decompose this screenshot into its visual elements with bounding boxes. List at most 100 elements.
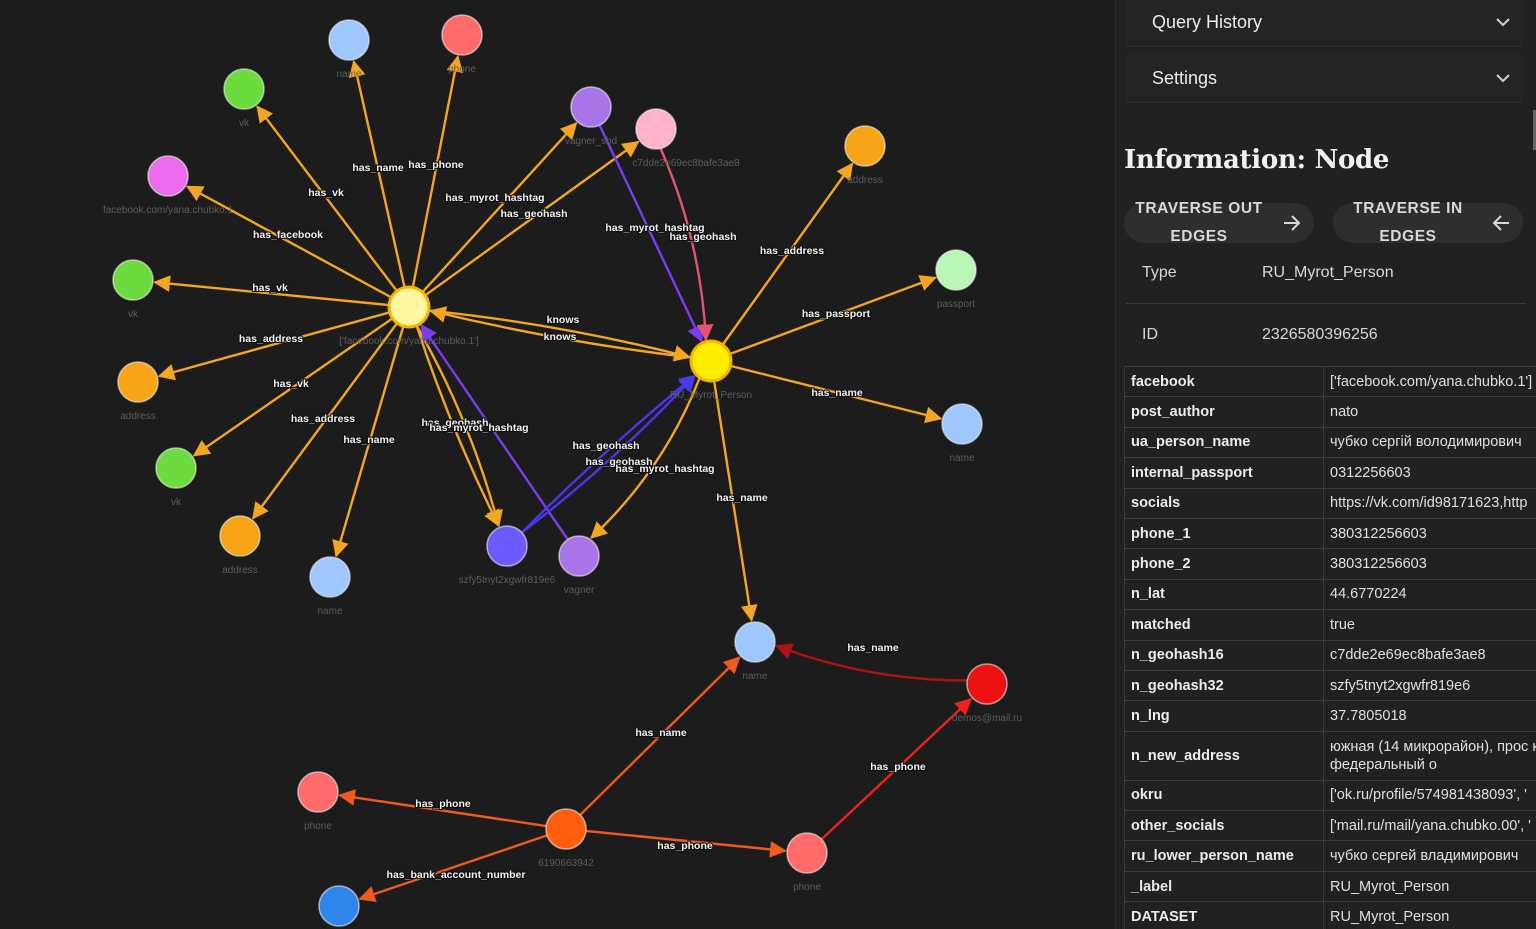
node-circle[interactable] (558, 535, 600, 577)
property-value: южная (14 микрорайон), прос край, южный … (1323, 730, 1536, 781)
node-label: RU_Myrot_Person (670, 390, 752, 401)
node-label: c7dde2e69ec8bafe3ae8 (632, 158, 740, 169)
graph-edge[interactable] (411, 54, 464, 288)
arrow-left-icon (1483, 205, 1519, 241)
graph-node[interactable] (223, 68, 265, 110)
graph-node[interactable] (155, 447, 197, 489)
chevron-down-icon[interactable] (1483, 12, 1523, 32)
node-circle[interactable] (297, 771, 339, 813)
edge-label: has_myrot_hashtag (615, 463, 714, 475)
node-circle[interactable] (689, 339, 733, 383)
graph-node[interactable] (486, 525, 528, 567)
graph-node[interactable] (570, 86, 612, 128)
graph-node[interactable] (387, 285, 431, 329)
node-circle[interactable] (223, 68, 265, 110)
node-circle[interactable] (786, 832, 828, 874)
graph-node[interactable] (545, 808, 587, 850)
node-label: vk (128, 309, 139, 320)
property-row: socials https://vk.com/id98171623,http (1124, 487, 1536, 519)
property-value: RU_Myrot_Person (1323, 901, 1536, 929)
node-label: demos@mail.ru (952, 713, 1022, 724)
property-key: other_socials (1124, 810, 1324, 842)
edge-label: has_geohash (669, 231, 736, 243)
node-circle[interactable] (966, 663, 1008, 705)
graph-edge[interactable] (348, 59, 406, 288)
node-circle[interactable] (318, 885, 360, 927)
node-label: 6190663942 (538, 858, 594, 869)
node-label: vk (239, 118, 250, 129)
property-value: https://vk.com/id98171623,http (1323, 487, 1536, 519)
property-value: 380312256603 (1323, 548, 1536, 580)
node-circle[interactable] (935, 249, 977, 291)
property-value: nato (1323, 396, 1536, 428)
graph-node[interactable] (734, 621, 776, 663)
graph-svg[interactable]: ['facebook.com/yana.chubko.1'] RU_Myrot_P… (0, 0, 1115, 929)
node-label: vagner (564, 585, 595, 596)
property-value: 44.6770224 (1323, 578, 1536, 611)
property-value: 380312256603 (1323, 517, 1536, 550)
property-value-text: южная (14 микрорайон), прос край, южный … (1330, 738, 1536, 773)
graph-node[interactable] (297, 771, 339, 813)
graph-node[interactable] (328, 19, 370, 61)
graph-node[interactable] (112, 259, 154, 301)
node-circle[interactable] (844, 125, 886, 167)
graph-node[interactable] (941, 403, 983, 445)
property-key: phone_1 (1124, 517, 1324, 550)
node-circle[interactable] (155, 447, 197, 489)
graph-node[interactable] (147, 155, 189, 197)
traverse-out-edges-button[interactable]: TRAVERSE OUT EDGES (1124, 200, 1314, 245)
graph-node[interactable] (219, 515, 261, 557)
node-circle[interactable] (545, 808, 587, 850)
graph-node[interactable] (635, 108, 677, 150)
node-circle[interactable] (112, 259, 154, 301)
graph-node[interactable] (786, 832, 828, 874)
node-circle[interactable] (734, 621, 776, 663)
graph-node[interactable] (309, 556, 351, 598)
id-key: ID (1142, 326, 1158, 343)
property-key: n_lat (1124, 578, 1324, 611)
node-circle[interactable] (441, 14, 483, 56)
edge-label: knows (547, 314, 580, 326)
graph-edge[interactable] (659, 147, 714, 342)
node-circle[interactable] (147, 155, 189, 197)
graph-canvas[interactable]: ['facebook.com/yana.chubko.1'] RU_Myrot_P… (0, 0, 1115, 929)
graph-node[interactable] (689, 339, 733, 383)
chevron-down-icon[interactable] (1483, 68, 1523, 88)
node-circle[interactable] (941, 403, 983, 445)
node-label: name (317, 606, 342, 617)
node-circle[interactable] (328, 19, 370, 61)
property-key: n_geohash16 (1124, 639, 1324, 671)
node-circle[interactable] (219, 515, 261, 557)
node-circle[interactable] (486, 525, 528, 567)
query-history-accordion[interactable]: Query History (1126, 0, 1523, 47)
node-circle[interactable] (570, 86, 612, 128)
node-label: name (336, 69, 361, 80)
edge-label: has_facebook (253, 229, 323, 241)
property-row: ru_lower_person_name чубко сергей владими… (1124, 840, 1536, 872)
property-key: ru_lower_person_name (1124, 840, 1324, 872)
property-row: ua_person_name чубко сергій володимирович (1124, 426, 1536, 459)
property-key: phone_2 (1124, 548, 1324, 580)
graph-edge[interactable] (358, 834, 548, 903)
graph-node[interactable] (935, 249, 977, 291)
graph-node[interactable] (117, 361, 159, 403)
node-label: facebook.com/yana.chubko.1 (103, 205, 234, 216)
edge-label: has_name (811, 387, 863, 399)
settings-accordion[interactable]: Settings (1126, 54, 1523, 103)
type-row: Type RU_Myrot_Person (1126, 243, 1526, 304)
property-row: n_lng 37.7805018 (1124, 700, 1536, 732)
node-circle[interactable] (635, 108, 677, 150)
edge-label: has_name (635, 727, 687, 739)
graph-node[interactable] (966, 663, 1008, 705)
graph-node[interactable] (844, 125, 886, 167)
node-label: address (222, 565, 258, 576)
node-circle[interactable] (309, 556, 351, 598)
property-key: ua_person_name (1124, 426, 1324, 459)
graph-node[interactable] (318, 885, 360, 927)
node-circle[interactable] (387, 285, 431, 329)
node-circle[interactable] (117, 361, 159, 403)
traverse-in-edges-button[interactable]: TRAVERSE IN EDGES (1333, 200, 1523, 245)
graph-node[interactable] (558, 535, 600, 577)
edge-label: has_address (291, 413, 355, 425)
graph-node[interactable] (441, 14, 483, 56)
